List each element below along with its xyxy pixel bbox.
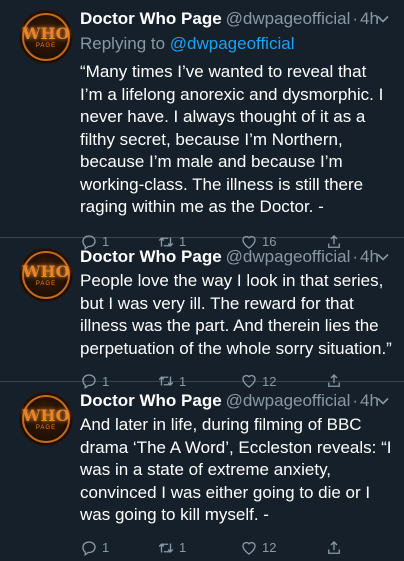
avatar-logo-text: WHO <box>22 262 70 281</box>
tweet[interactable]: WHO PAGE Doctor Who Page @dwpageofficial… <box>0 382 404 556</box>
tweet-header: Doctor Who Page @dwpageofficial · 4h <box>80 246 392 268</box>
reply-count: 1 <box>102 540 110 555</box>
chevron-down-icon[interactable] <box>376 250 390 264</box>
avatar-logo-subtext: PAGE <box>35 425 57 431</box>
tweet-header: Doctor Who Page @dwpageofficial · 4h <box>80 390 392 412</box>
avatar[interactable]: WHO PAGE <box>19 392 73 446</box>
chevron-down-icon[interactable] <box>376 394 390 408</box>
avatar-logo-text: WHO <box>22 406 70 425</box>
tweet[interactable]: WHO PAGE Doctor Who Page @dwpageofficial… <box>0 238 404 390</box>
tweet-text: “Many times I’ve wanted to reveal that I… <box>80 62 389 216</box>
retweet-button[interactable]: 1 <box>157 539 232 557</box>
tweet[interactable]: WHO PAGE Doctor Who Page @dwpageofficial… <box>0 0 404 250</box>
display-name[interactable]: Doctor Who Page <box>80 8 222 30</box>
share-icon <box>328 540 340 554</box>
handle[interactable]: @dwpageofficial <box>226 390 351 412</box>
tweet-text: People love the way I look in that serie… <box>80 271 392 358</box>
separator-dot: · <box>352 247 359 266</box>
display-name[interactable]: Doctor Who Page <box>80 390 222 412</box>
reply-icon <box>82 540 96 556</box>
share-button[interactable] <box>325 539 347 557</box>
replying-to-label: Replying to <box>80 34 170 53</box>
like-icon <box>242 541 256 555</box>
like-button[interactable]: 12 <box>240 539 315 557</box>
replying-to-link[interactable]: @dwpageofficial <box>170 34 295 53</box>
avatar-logo-text: WHO <box>22 24 70 43</box>
handle[interactable]: @dwpageofficial <box>226 8 351 30</box>
avatar-logo-subtext: PAGE <box>35 281 57 287</box>
tweet-actions: 1 1 12 <box>80 535 392 561</box>
tweet-header: Doctor Who Page @dwpageofficial · 4h <box>80 8 392 30</box>
retweet-icon <box>158 542 174 553</box>
chevron-down-icon[interactable] <box>376 12 390 26</box>
display-name[interactable]: Doctor Who Page <box>80 246 222 268</box>
handle[interactable]: @dwpageofficial <box>226 246 351 268</box>
reply-button[interactable]: 1 <box>80 539 155 557</box>
separator-dot: · <box>352 9 359 28</box>
retweet-count: 1 <box>179 540 187 555</box>
tweet-text: And later in life, during filming of BBC… <box>80 415 397 524</box>
replying-to: Replying to @dwpageofficial <box>80 33 392 55</box>
avatar[interactable]: WHO PAGE <box>19 248 73 302</box>
avatar[interactable]: WHO PAGE <box>19 10 73 64</box>
avatar-logo-subtext: PAGE <box>35 43 57 49</box>
like-count: 12 <box>262 540 277 555</box>
separator-dot: · <box>352 391 359 410</box>
